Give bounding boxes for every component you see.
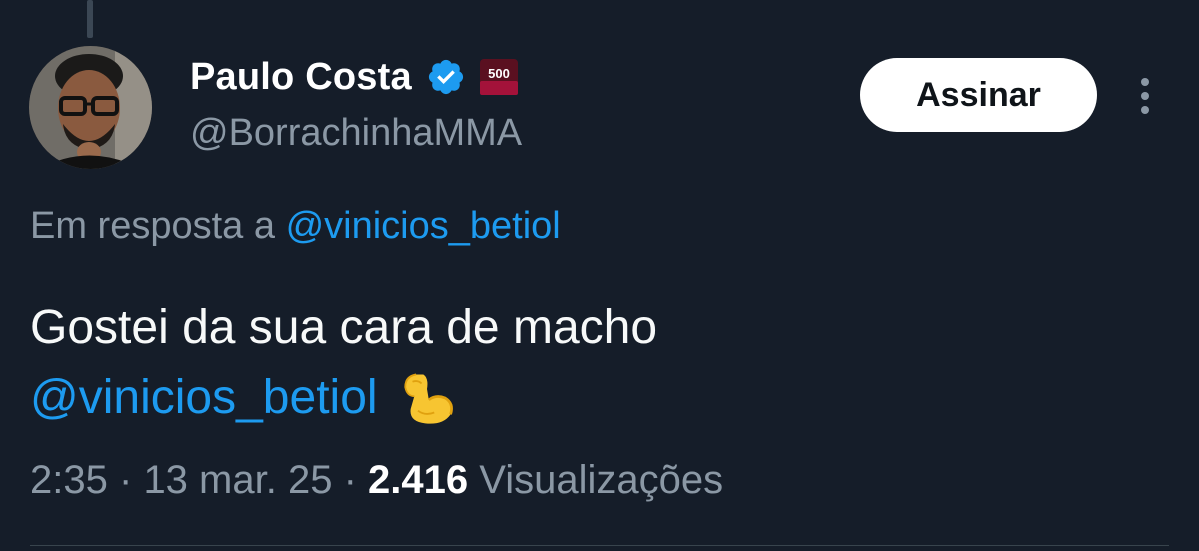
tweet-date[interactable]: 13 mar. 25 bbox=[143, 458, 332, 502]
divider bbox=[30, 545, 1169, 546]
author-name-row: Paulo Costa 500 bbox=[190, 54, 518, 100]
tweet-time[interactable]: 2:35 bbox=[30, 458, 108, 502]
affiliate-badge-icon: 500 bbox=[479, 59, 518, 95]
verified-badge-icon bbox=[428, 59, 463, 95]
tweet-mention-link[interactable]: @vinicios_betiol bbox=[30, 363, 378, 433]
more-dot bbox=[1141, 78, 1149, 86]
reply-prefix: Em resposta a bbox=[30, 205, 275, 247]
affiliate-badge-text: 500 bbox=[488, 66, 510, 81]
more-dot bbox=[1141, 92, 1149, 100]
author-handle[interactable]: @BorrachinhaMMA bbox=[190, 112, 522, 155]
tweet-text: Gostei da sua cara de macho @vinicios_be… bbox=[30, 293, 657, 433]
author-display-name[interactable]: Paulo Costa bbox=[190, 56, 412, 99]
views-count: 2.416 bbox=[368, 458, 469, 502]
meta-separator: · bbox=[343, 458, 357, 502]
reply-mention-link[interactable]: @vinicios_betiol bbox=[286, 205, 561, 247]
avatar-image bbox=[29, 46, 152, 169]
meta-separator: · bbox=[118, 458, 133, 502]
more-dot bbox=[1141, 106, 1149, 114]
tweet-text-line: Gostei da sua cara de macho bbox=[30, 301, 658, 354]
flexed-biceps-emoji-icon bbox=[403, 373, 453, 424]
subscribe-button[interactable]: Assinar bbox=[860, 58, 1097, 132]
tweet-meta: 2:35 · 13 mar. 25 · 2.416 Visualizações bbox=[30, 458, 723, 503]
reply-context: Em resposta a @vinicios_betiol bbox=[30, 205, 561, 248]
more-options-icon[interactable] bbox=[1128, 72, 1162, 120]
thread-connector-line bbox=[87, 0, 93, 38]
tweet-text-line: @vinicios_betiol bbox=[30, 363, 657, 433]
views-label[interactable]: Visualizações bbox=[479, 458, 723, 502]
avatar[interactable] bbox=[29, 46, 152, 169]
tweet-detail: Paulo Costa 500 @BorrachinhaMMA Assinar … bbox=[0, 0, 1199, 551]
